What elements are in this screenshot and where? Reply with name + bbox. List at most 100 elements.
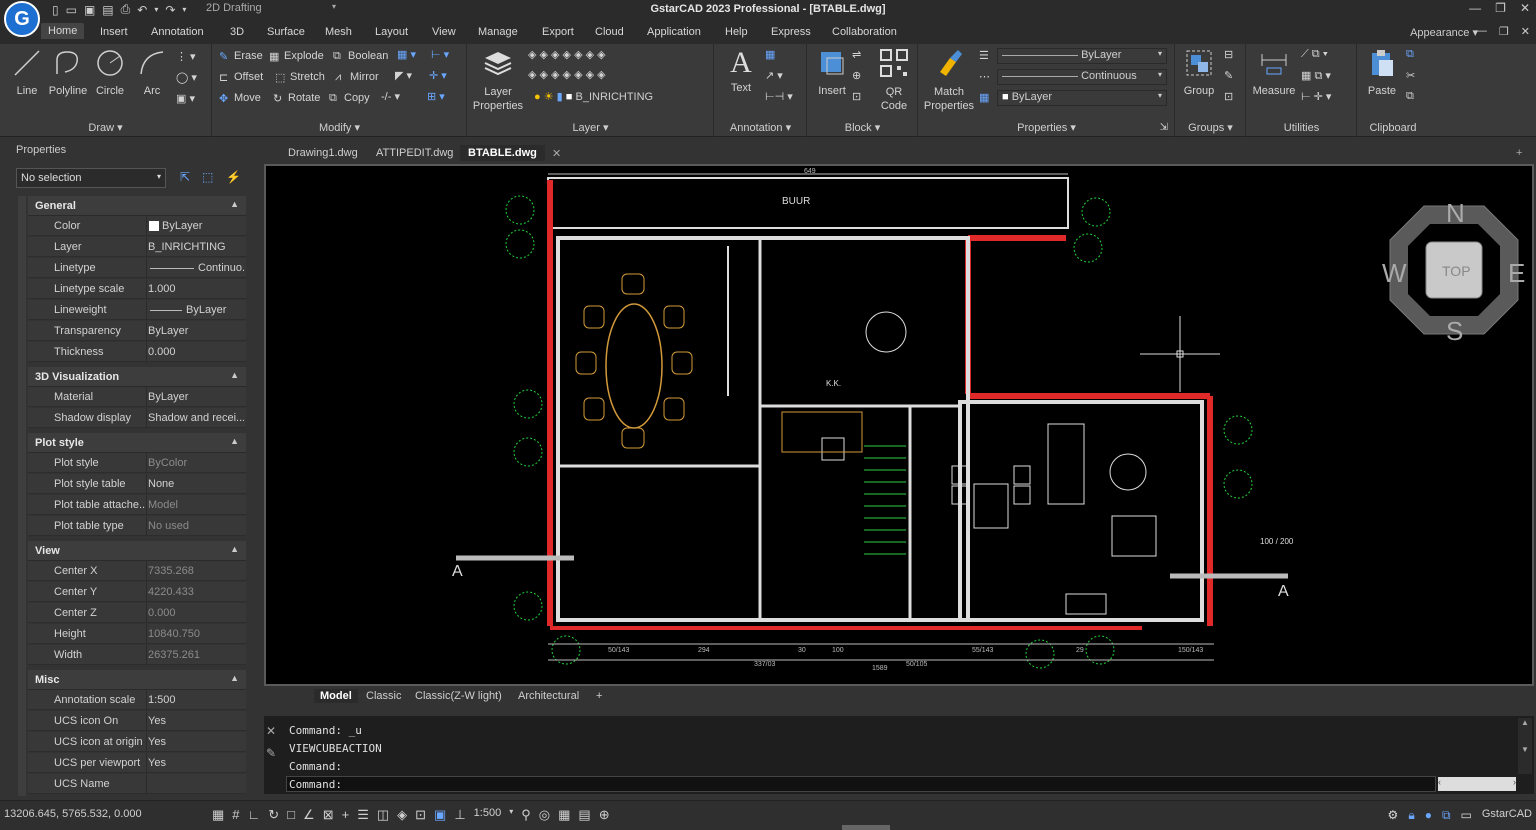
- isolate-objects-icon[interactable]: ⧉: [1442, 808, 1451, 823]
- viewcube-s[interactable]: S: [1446, 316, 1463, 346]
- linetype-combo[interactable]: Continuous ▾: [997, 69, 1167, 85]
- layout-tab-architectural[interactable]: Architectural: [512, 689, 585, 703]
- property-row[interactable]: Center Z 0.000: [28, 603, 246, 623]
- selection-dropdown[interactable]: No selection ▾: [16, 168, 166, 188]
- extend-icon[interactable]: -/- ▾: [381, 90, 400, 103]
- dimension-icon[interactable]: ⊢⊣ ▾: [765, 90, 793, 103]
- minimize-icon[interactable]: —: [1469, 1, 1481, 15]
- panel-properties-label[interactable]: Properties ▾: [919, 121, 1174, 134]
- layout-tab-classic[interactable]: Classic: [360, 689, 407, 703]
- doc-close-icon[interactable]: ✕: [1521, 25, 1530, 38]
- property-row[interactable]: Shadow display Shadow and recei...: [28, 408, 246, 428]
- appearance-menu[interactable]: Appearance ▾: [1410, 26, 1478, 39]
- erase-button[interactable]: ✎ Erase: [219, 50, 263, 63]
- select-objects-icon[interactable]: ⬚: [202, 170, 218, 186]
- select-icon[interactable]: ⊢ ✛ ▾: [1301, 90, 1331, 103]
- property-row[interactable]: UCS icon On Yes: [28, 711, 246, 731]
- property-row[interactable]: Center X 7335.268: [28, 561, 246, 581]
- doc-tab-attipedit[interactable]: ATTIPEDIT.dwg: [368, 145, 461, 161]
- calculator-icon[interactable]: ▦ ⧉ ▾: [1301, 69, 1331, 83]
- clean-screen-icon[interactable]: ▭: [1461, 808, 1472, 823]
- close-tab-icon[interactable]: ✕: [544, 145, 569, 162]
- section-header-plot[interactable]: Plot style ▲: [28, 433, 246, 453]
- tab-collaboration[interactable]: Collaboration: [832, 26, 897, 38]
- tab-home[interactable]: Home: [41, 23, 85, 39]
- tab-mesh[interactable]: Mesh: [325, 26, 352, 38]
- doc-restore-icon[interactable]: ❐: [1499, 25, 1509, 38]
- collapse-caret-icon[interactable]: ▲: [230, 199, 239, 209]
- annotation-visibility-icon[interactable]: ⚲: [521, 807, 531, 823]
- tab-surface[interactable]: Surface: [267, 26, 305, 38]
- collapse-caret-icon[interactable]: ▲: [230, 436, 239, 446]
- property-row[interactable]: Material ByLayer: [28, 387, 246, 407]
- explode-button[interactable]: ▦ Explode: [269, 50, 324, 63]
- match-properties-button[interactable]: Match Properties: [921, 48, 977, 113]
- layer-combo[interactable]: ● ☀ ▮ ■ B_INRICHTING: [530, 90, 708, 106]
- copy-base-icon[interactable]: ⧉: [1406, 90, 1414, 103]
- insert-button[interactable]: Insert: [812, 48, 852, 97]
- panel-modify-label[interactable]: Modify ▾: [213, 121, 466, 134]
- quick-properties-icon[interactable]: ⊡: [415, 807, 426, 823]
- panel-block-label[interactable]: Block ▾: [808, 121, 917, 134]
- tab-insert[interactable]: Insert: [100, 26, 128, 38]
- group-select-icon[interactable]: ⊡: [1224, 90, 1233, 103]
- property-row[interactable]: Center Y 4220.433: [28, 582, 246, 602]
- restore-icon[interactable]: ❐: [1495, 1, 1506, 15]
- layout-tab-add[interactable]: +: [590, 689, 608, 703]
- lineweight-display-icon[interactable]: ☰: [357, 807, 369, 823]
- grid-display-icon[interactable]: #: [232, 807, 239, 823]
- group-button[interactable]: Group: [1178, 48, 1220, 97]
- annotation-scale-icon[interactable]: ⊥: [454, 807, 465, 823]
- grid-icon[interactable]: ▦: [558, 807, 570, 823]
- paste-button[interactable]: Paste: [1362, 48, 1402, 97]
- panel-clipboard-label[interactable]: Clipboard: [1358, 122, 1428, 134]
- property-row[interactable]: Lineweight ByLayer: [28, 300, 246, 320]
- tab-help[interactable]: Help: [725, 26, 748, 38]
- ortho-icon[interactable]: ∟: [248, 807, 261, 823]
- point-icon[interactable]: ⋮ ▾: [176, 50, 196, 63]
- align-icon[interactable]: ⊢ ▾: [431, 48, 449, 61]
- drawing-canvas[interactable]: 649 BUUR K.K. A A 100 / 200 50/143 294 3…: [264, 164, 1534, 686]
- text-button[interactable]: A Text: [723, 48, 759, 95]
- move-button[interactable]: ✥ Move: [219, 92, 261, 105]
- close-icon[interactable]: ✕: [1520, 1, 1530, 15]
- property-row[interactable]: Color ByLayer: [28, 216, 246, 236]
- panel-groups-label[interactable]: Groups ▾: [1176, 121, 1245, 134]
- rotate-view-icon[interactable]: ⊕: [599, 807, 610, 823]
- viewcube-n[interactable]: N: [1446, 198, 1465, 228]
- fillet-icon[interactable]: ◤ ▾: [395, 69, 412, 82]
- layer-tools-row1[interactable]: ◈ ◈ ◈ ◈ ◈ ◈ ◈: [528, 48, 606, 61]
- collapse-caret-icon[interactable]: ▲: [230, 370, 239, 380]
- group-edit-icon[interactable]: ✎: [1224, 69, 1233, 82]
- mirror-button[interactable]: ⩘ Mirror: [335, 71, 379, 83]
- panel-draw-label[interactable]: Draw ▾: [0, 121, 211, 134]
- location-pin-icon[interactable]: ●: [1425, 808, 1432, 823]
- tab-annotation[interactable]: Annotation: [151, 26, 204, 38]
- cut-icon[interactable]: ✂: [1406, 69, 1415, 82]
- property-row[interactable]: Linetype scale 1.000: [28, 279, 246, 299]
- model-space-icon[interactable]: ▣: [434, 807, 446, 823]
- tab-manage[interactable]: Manage: [478, 26, 518, 38]
- tab-cloud[interactable]: Cloud: [595, 26, 624, 38]
- property-row[interactable]: Width 26375.261: [28, 645, 246, 665]
- osnap-icon[interactable]: □: [287, 807, 295, 823]
- line-button[interactable]: Line: [8, 48, 46, 97]
- ungroup-icon[interactable]: ⊟: [1224, 48, 1233, 61]
- block-edit-icon[interactable]: ⇌: [852, 48, 861, 61]
- palette-grip[interactable]: [18, 196, 26, 796]
- property-row[interactable]: Annotation scale 1:500: [28, 690, 246, 710]
- rotate-button[interactable]: ↻ Rotate: [273, 92, 320, 105]
- property-row[interactable]: Plot style ByColor: [28, 453, 246, 473]
- tab-layout[interactable]: Layout: [375, 26, 408, 38]
- array-icon[interactable]: ▦ ▾: [397, 48, 416, 61]
- id-point-icon[interactable]: ⟋ ⧉ ▾: [1301, 48, 1328, 61]
- panel-annotation-label[interactable]: Annotation ▾: [715, 121, 806, 134]
- section-header-general[interactable]: General ▲: [28, 196, 246, 216]
- app-logo-icon[interactable]: G: [4, 1, 40, 37]
- stretch-button[interactable]: ⬚ Stretch: [275, 71, 325, 84]
- ellipse-icon[interactable]: ◯ ▾: [176, 71, 197, 84]
- property-row[interactable]: Plot table type No used: [28, 516, 246, 536]
- doc-minimize-icon[interactable]: —: [1476, 25, 1487, 38]
- rectangle-icon[interactable]: ▣ ▾: [176, 92, 195, 105]
- layout-tab-classic-zw[interactable]: Classic(Z-W light): [409, 689, 508, 703]
